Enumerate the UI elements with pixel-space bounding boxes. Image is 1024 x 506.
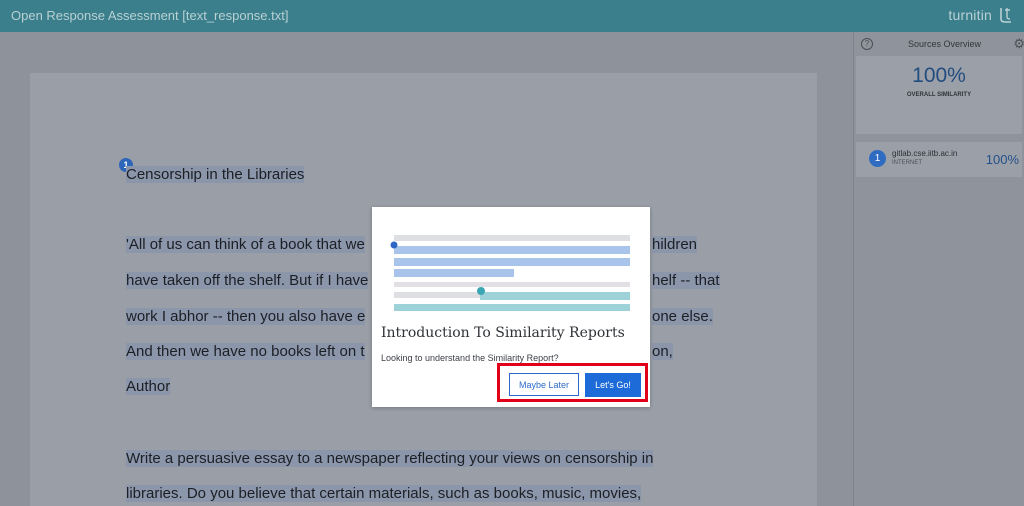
document-line: Write a persuasive essay to a newspaper … [126, 450, 654, 467]
top-bar: Open Response Assessment [text_response.… [0, 0, 1024, 32]
document-line: And then we have no books left on t [126, 343, 365, 360]
dialog-title: Introduction To Similarity Reports [381, 325, 625, 341]
source-percent: 100% [985, 152, 1019, 167]
document-line: helf -- that [652, 272, 720, 289]
help-icon[interactable]: ? [861, 38, 873, 50]
highlight-box [497, 363, 648, 402]
overall-similarity-card: 100% OVERALL SIMILARITY [856, 56, 1022, 134]
dialog-body: Looking to understand the Similarity Rep… [381, 353, 559, 363]
similarity-illustration [390, 235, 630, 311]
document-line: work I abhor -- then you also have e [126, 308, 366, 325]
document-line: libraries. Do you believe that certain m… [126, 485, 642, 502]
sidebar-header: ? Sources Overview ⚙ [854, 32, 1024, 56]
source-number: 1 [869, 150, 886, 167]
sources-sidebar: ? Sources Overview ⚙ 100% OVERALL SIMILA… [853, 32, 1024, 506]
source-item[interactable]: 1 gitlab.cse.iitb.ac.in INTERNET 100% [856, 142, 1022, 177]
document-line: Censorship in the Libraries [126, 166, 305, 183]
document-line: 'All of us can think of a book that we [126, 236, 365, 253]
document-line: hildren [652, 236, 698, 253]
sidebar-title: Sources Overview [908, 39, 982, 49]
document-line: have taken off the shelf. But if I have [126, 272, 369, 289]
document-line: on, [652, 343, 673, 360]
source-name: gitlab.cse.iitb.ac.in [892, 149, 958, 158]
brand-logo-text: turnitin [948, 7, 992, 23]
overall-similarity-percent: 100% [912, 64, 966, 87]
turnitin-logo-icon [1000, 8, 1011, 23]
gear-icon[interactable]: ⚙ [1013, 36, 1024, 52]
overall-similarity-label: OVERALL SIMILARITY [906, 92, 972, 98]
page-title: Open Response Assessment [text_response.… [11, 8, 289, 23]
document-line: one else. [652, 308, 713, 325]
source-type: INTERNET [892, 160, 922, 166]
document-line: Author [126, 378, 171, 395]
